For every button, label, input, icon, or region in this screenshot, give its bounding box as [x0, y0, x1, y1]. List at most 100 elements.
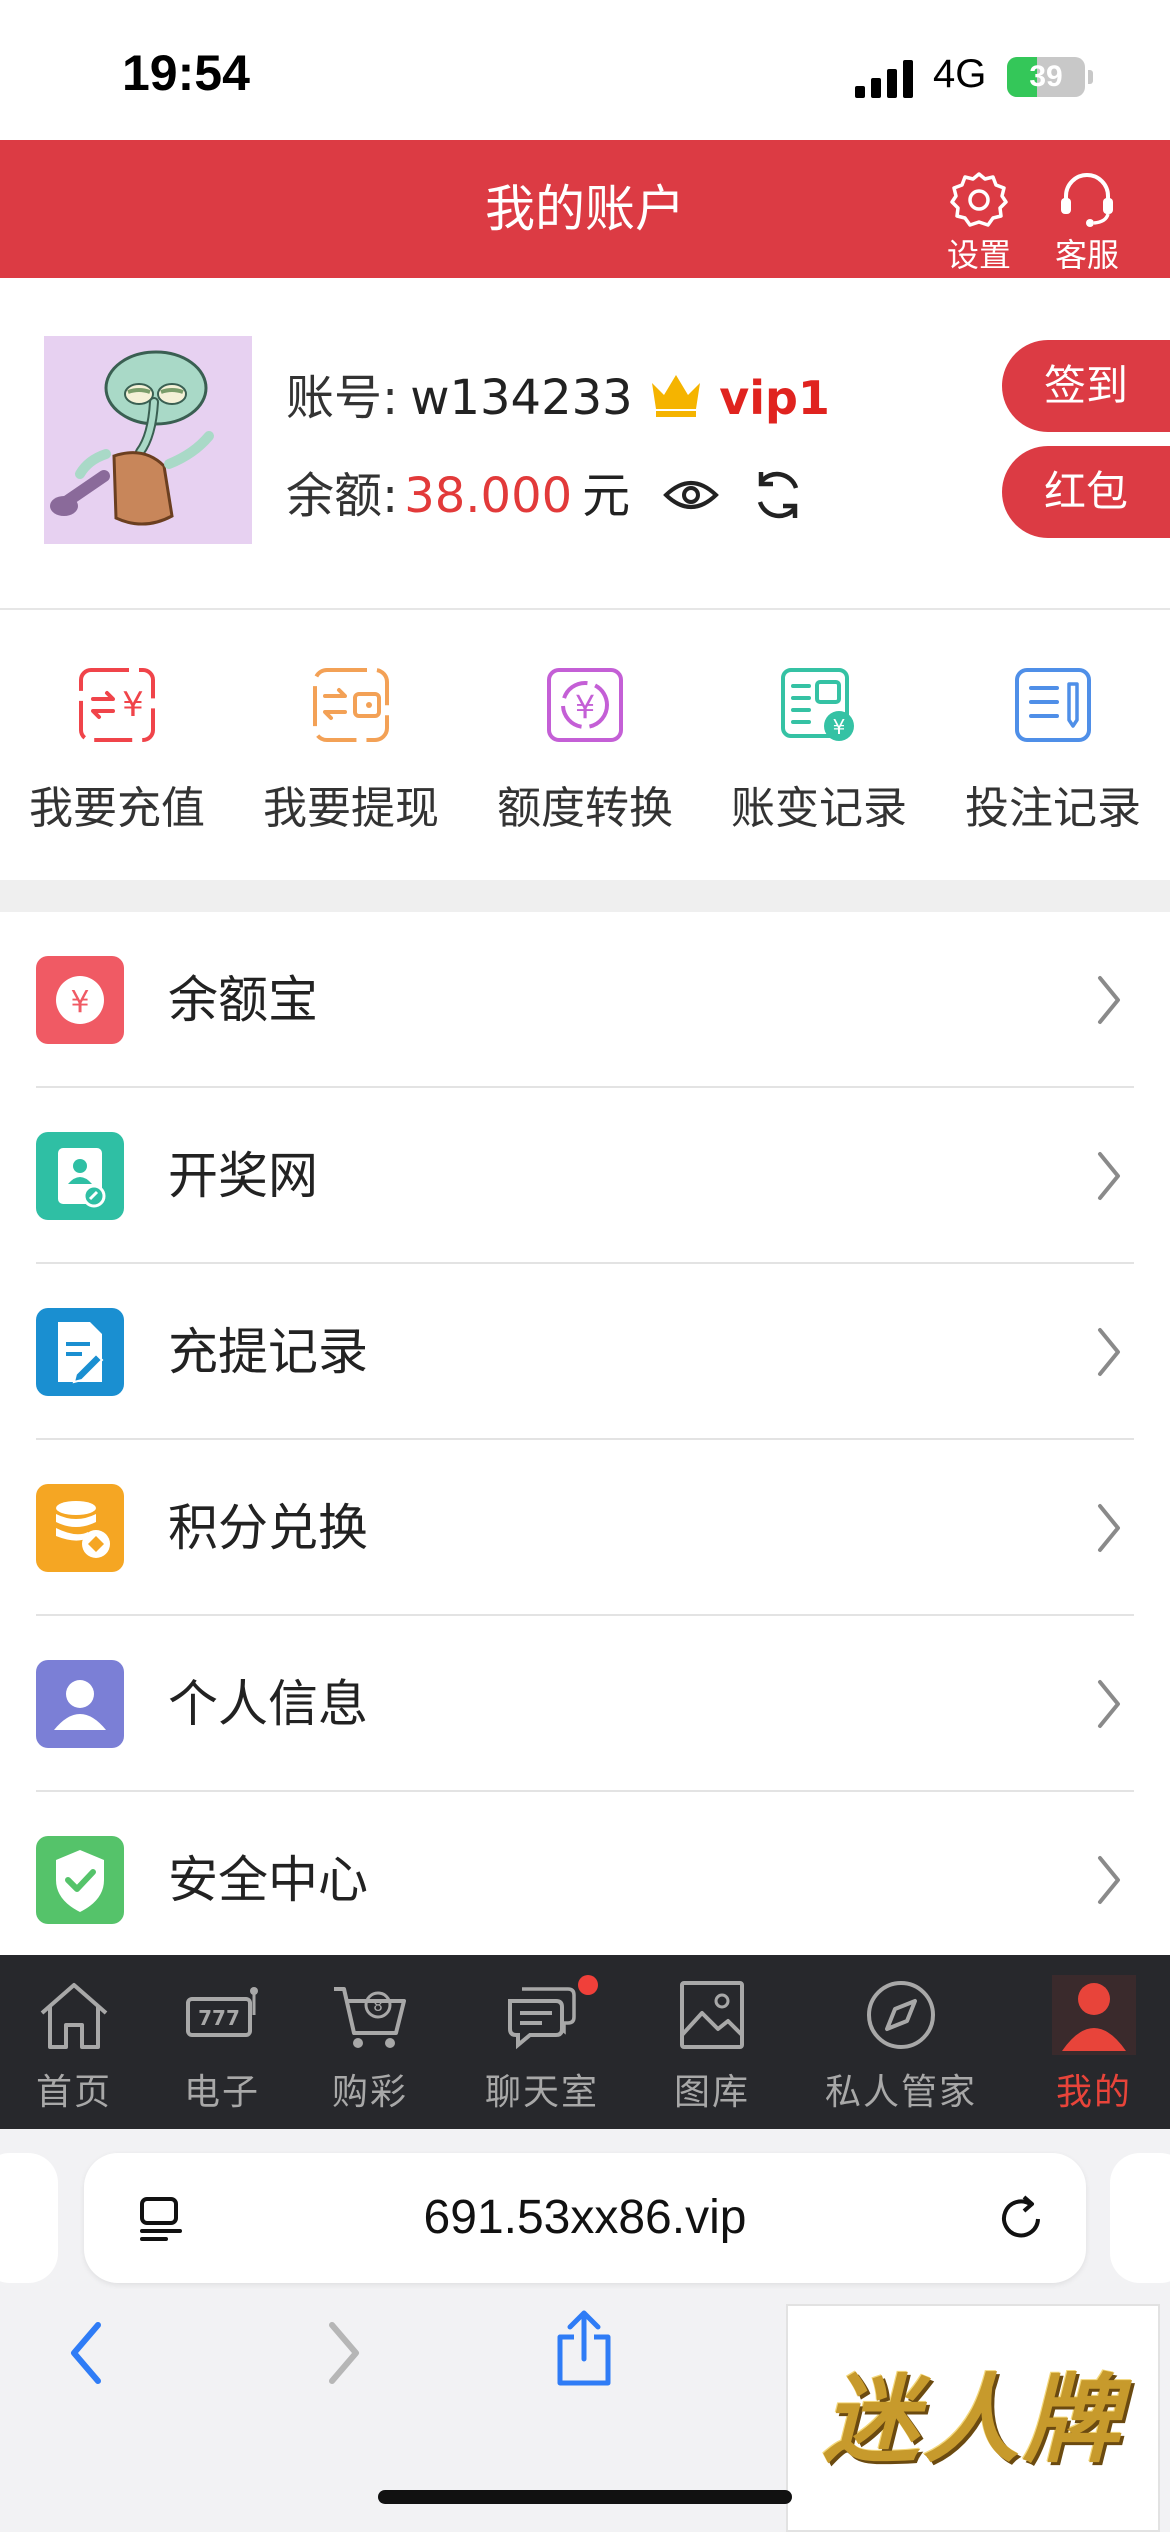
- shield-check-icon: [36, 1836, 124, 1924]
- headset-icon: [1061, 173, 1113, 227]
- tab-label: 聊天室: [484, 2072, 599, 2113]
- tab-label: 首页: [35, 2072, 112, 2113]
- chevron-right-icon: [1098, 1856, 1120, 1904]
- tab-home[interactable]: 首页: [24, 1955, 124, 2129]
- account-card: 账号: w134233 vip1 余额: 38.000 元 签到 红包: [0, 278, 1170, 610]
- tab-label: 图库: [673, 2072, 750, 2113]
- quick-action-label: 我要提现: [263, 783, 439, 834]
- customer-service-button[interactable]: 客服: [1042, 170, 1132, 276]
- slot-machine-icon: 777: [186, 1987, 258, 2037]
- yuan-coin-icon: ¥: [36, 956, 124, 1044]
- tab-buy-lottery[interactable]: 8 购彩: [320, 1955, 420, 2129]
- signin-button[interactable]: 签到: [1002, 340, 1170, 432]
- status-time: 19:54: [122, 45, 250, 101]
- settings-label: 设置: [946, 236, 1011, 274]
- menu-item-label: 积分兑换: [168, 1499, 368, 1557]
- menu-item-label: 开奖网: [168, 1147, 318, 1205]
- gallery-icon: [680, 1981, 744, 2049]
- status-bar: 19:54 4G 39: [0, 0, 1170, 140]
- menu-item-label: 余额宝: [168, 971, 318, 1029]
- menu-item-security-center[interactable]: 安全中心: [36, 1792, 1134, 1955]
- crown-icon: [651, 375, 700, 417]
- menu-item-lottery-site[interactable]: 开奖网: [36, 1088, 1134, 1264]
- user-icon: [1052, 1975, 1136, 2055]
- tab-label: 购彩: [331, 2072, 408, 2113]
- app-header: 我的账户 设置 客服: [0, 140, 1170, 278]
- tab-electronic[interactable]: 777 电子: [172, 1955, 272, 2129]
- tab-mine[interactable]: 我的: [1044, 1955, 1144, 2129]
- deposit-icon: ¥: [79, 668, 155, 742]
- reload-icon[interactable]: [994, 2191, 1048, 2245]
- back-icon[interactable]: [62, 2317, 112, 2389]
- menu-item-label: 安全中心: [168, 1851, 368, 1909]
- watermark-text: 迷人牌: [823, 2364, 1123, 2476]
- battery-tip: [1088, 70, 1093, 84]
- balance-label: 余额:: [286, 468, 399, 524]
- menu-item-label: 个人信息: [168, 1675, 368, 1733]
- username-value: w134233: [410, 370, 633, 426]
- bet-record-icon: [1015, 668, 1091, 742]
- transfer-icon: ¥: [547, 668, 623, 742]
- watermark-logo: 迷人牌: [786, 2304, 1160, 2532]
- url-text: 691.53xx86.vip: [423, 2191, 747, 2244]
- quick-action-label: 我要充值: [29, 783, 205, 834]
- chevron-right-icon: [1098, 1504, 1120, 1552]
- username-row: 账号: w134233 vip1: [286, 358, 830, 428]
- ledger-icon: ¥: [781, 668, 854, 741]
- balance-row: 余额: 38.000 元: [286, 456, 807, 526]
- share-icon[interactable]: [552, 2309, 616, 2389]
- svg-text:¥: ¥: [122, 685, 144, 725]
- previous-tab-card[interactable]: [0, 2153, 58, 2283]
- svg-text:¥: ¥: [70, 985, 89, 1020]
- person-icon: [36, 1660, 124, 1748]
- network-type: 4G: [933, 52, 987, 96]
- vip-level: vip1: [719, 371, 830, 425]
- menu-list: ¥ 余额宝 开奖网 充提记录 积分兑换 个人信息 安全中心: [0, 912, 1170, 1955]
- quick-action-deposit[interactable]: ¥ 我要充值: [0, 666, 234, 836]
- profile-card-icon: [36, 1132, 124, 1220]
- svg-text:¥: ¥: [575, 688, 595, 726]
- menu-item-deposit-withdraw-record[interactable]: 充提记录: [36, 1264, 1134, 1440]
- menu-item-yuebao[interactable]: ¥ 余额宝: [36, 912, 1134, 1088]
- red-packet-button[interactable]: 红包: [1002, 446, 1170, 538]
- coin-stack-icon: [36, 1484, 124, 1572]
- chevron-right-icon: [1098, 1328, 1120, 1376]
- address-bar[interactable]: 691.53xx86.vip: [84, 2153, 1086, 2283]
- document-edit-icon: [36, 1308, 124, 1396]
- chat-icon: [508, 1987, 576, 2050]
- tab-label: 私人管家: [824, 2072, 977, 2113]
- chevron-right-icon: [1098, 976, 1120, 1024]
- quick-action-withdraw[interactable]: 我要提现: [234, 666, 468, 836]
- next-tab-card[interactable]: [1110, 2153, 1170, 2283]
- chevron-right-icon: [1098, 1680, 1120, 1728]
- unread-dot: [578, 1975, 598, 1995]
- tab-label: 我的: [1055, 2072, 1132, 2113]
- svg-text:8: 8: [373, 1997, 383, 2015]
- signal-icon: [855, 60, 913, 98]
- tab-personal-butler[interactable]: 私人管家: [810, 1955, 992, 2129]
- tab-label: 电子: [183, 2072, 260, 2113]
- username-label: 账号:: [286, 370, 399, 426]
- menu-item-points-exchange[interactable]: 积分兑换: [36, 1440, 1134, 1616]
- balance-value: 38.000: [404, 468, 573, 524]
- svg-text:¥: ¥: [833, 715, 846, 739]
- quick-action-label: 投注记录: [965, 783, 1141, 834]
- avatar[interactable]: [44, 336, 252, 544]
- forward-icon[interactable]: [318, 2317, 368, 2389]
- quick-action-transfer[interactable]: ¥ 额度转换: [468, 666, 702, 836]
- currency-unit: 元: [582, 468, 631, 524]
- avatar-illustration: [44, 336, 252, 544]
- quick-action-ledger[interactable]: ¥ 账变记录: [702, 666, 936, 836]
- home-indicator[interactable]: [378, 2490, 792, 2504]
- cart-icon: 8: [334, 1987, 406, 2048]
- home-icon: [40, 1983, 108, 2049]
- settings-button[interactable]: 设置: [934, 170, 1024, 276]
- quick-action-bet-record[interactable]: 投注记录: [936, 666, 1170, 836]
- menu-item-personal-info[interactable]: 个人信息: [36, 1616, 1134, 1792]
- tab-gallery[interactable]: 图库: [662, 1955, 762, 2129]
- eye-icon[interactable]: [663, 475, 720, 515]
- gear-icon: [950, 172, 1008, 227]
- compass-icon: [867, 1981, 935, 2049]
- quick-action-label: 账变记录: [731, 783, 907, 834]
- refresh-icon[interactable]: [749, 466, 807, 524]
